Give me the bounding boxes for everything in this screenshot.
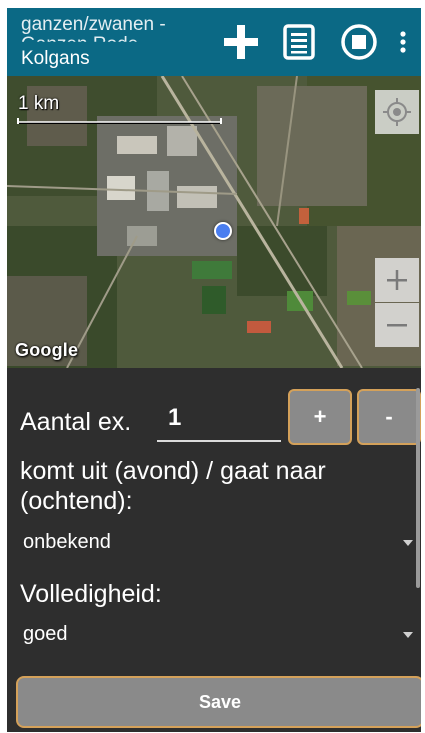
stop-button[interactable] — [339, 22, 379, 62]
dropdown-arrow-icon — [403, 540, 413, 546]
add-icon — [224, 25, 258, 59]
origin-selected-value: onbekend — [23, 531, 111, 553]
add-button[interactable] — [221, 22, 261, 62]
map-view[interactable]: 1 km Google — [7, 76, 421, 368]
decrement-button[interactable]: - — [357, 389, 421, 445]
app-bar: ganzen/zwanen - Ganzen Rode Kolgans — [7, 8, 421, 76]
dropdown-arrow-icon — [403, 632, 413, 638]
count-input[interactable]: 1 — [157, 402, 281, 442]
count-label: Aantal ex. — [20, 408, 132, 436]
zoom-out-button[interactable] — [375, 303, 419, 347]
observation-form: Aantal ex. 1 + - komt uit (avond) / gaat… — [7, 368, 421, 732]
list-button[interactable] — [279, 22, 319, 62]
completeness-label: Volledigheid: — [20, 580, 162, 608]
completeness-selected-value: goed — [23, 623, 68, 645]
form-scrollbar[interactable] — [416, 388, 420, 588]
count-value: 1 — [168, 404, 182, 431]
origin-label: komt uit (avond) / gaat naar (ochtend): — [20, 457, 326, 515]
app-screen: ganzen/zwanen - Ganzen Rode Kolgans 1 km… — [7, 8, 421, 732]
more-vert-icon — [400, 31, 406, 53]
my-location-icon — [383, 98, 411, 126]
app-title: ganzen/zwanen - Ganzen Rode Kolgans — [21, 8, 226, 76]
plus-icon — [387, 270, 407, 290]
stop-icon — [341, 24, 377, 60]
save-button[interactable]: Save — [16, 676, 421, 728]
google-logo: Google — [15, 340, 79, 360]
list-icon — [283, 24, 315, 60]
scale-label: 1 km — [18, 93, 60, 114]
title-species: Kolgans — [21, 48, 90, 69]
increment-button[interactable]: + — [288, 389, 352, 445]
minus-icon — [387, 324, 407, 327]
scale-bar — [17, 118, 222, 124]
current-location-dot — [214, 222, 232, 240]
origin-dropdown[interactable]: onbekend — [21, 525, 413, 561]
zoom-in-button[interactable] — [375, 258, 419, 302]
overflow-menu-button[interactable] — [391, 22, 415, 62]
completeness-dropdown[interactable]: goed — [21, 617, 413, 653]
my-location-button[interactable] — [375, 90, 419, 134]
title-category: ganzen/zwanen - — [21, 14, 166, 35]
